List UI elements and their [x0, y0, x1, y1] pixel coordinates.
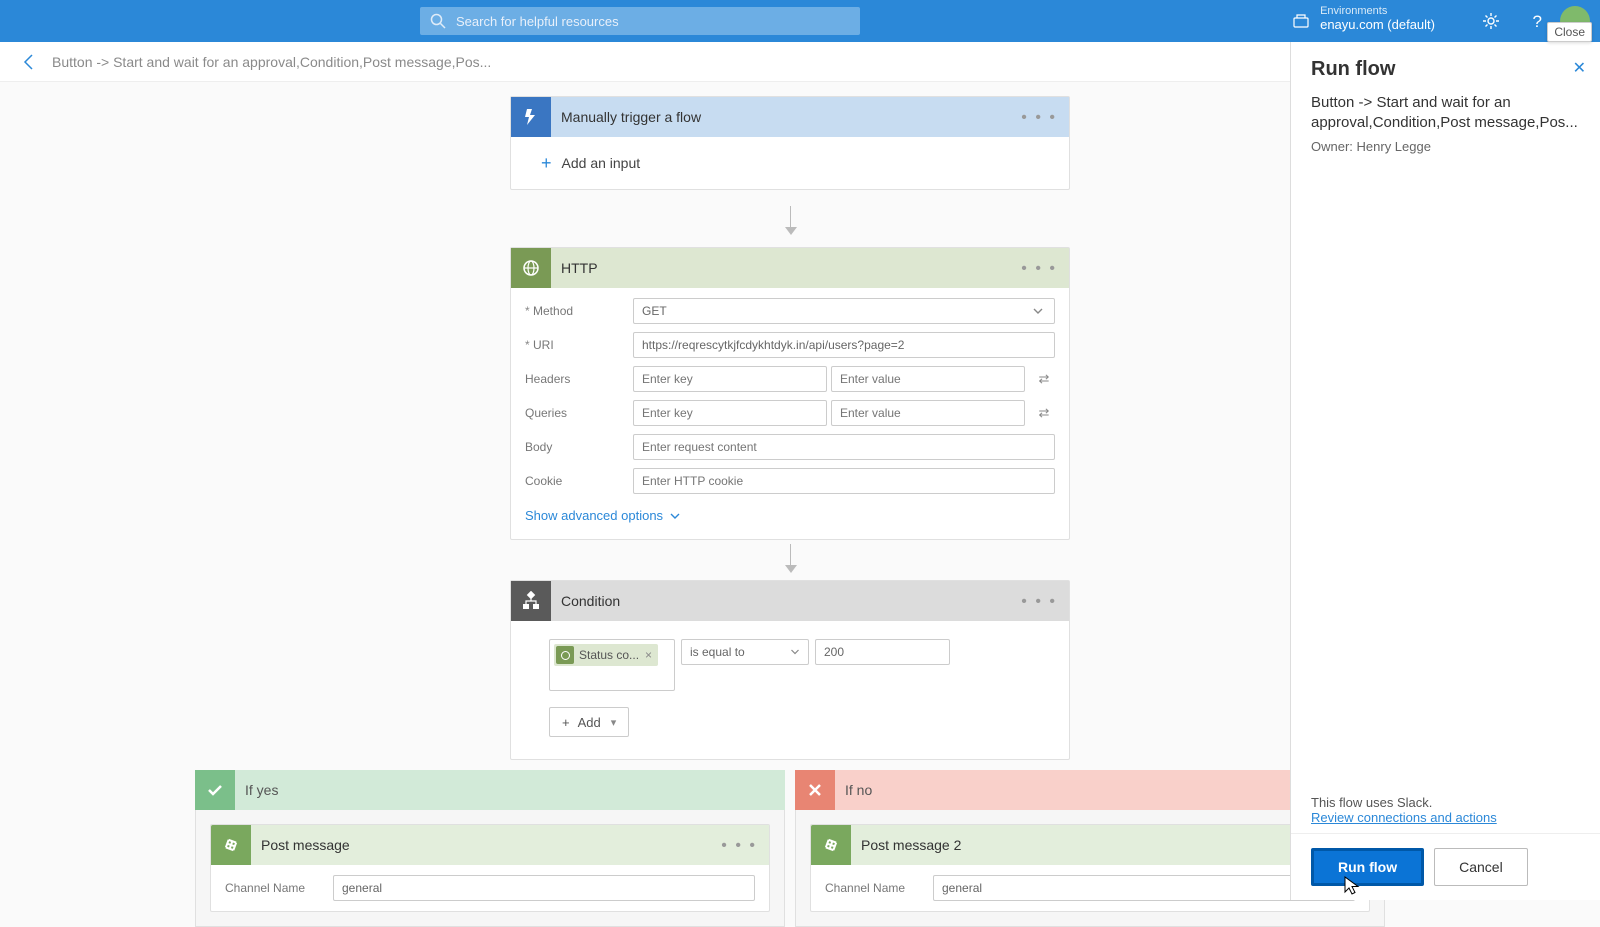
- cancel-button[interactable]: Cancel: [1434, 848, 1528, 886]
- panel-owner: Owner: Henry Legge: [1311, 139, 1580, 154]
- search-input[interactable]: [420, 7, 860, 35]
- post-message-2-title: Post message 2: [861, 837, 961, 853]
- http-body: Method GET URI Headers ⇄ Queries: [511, 288, 1069, 539]
- trigger-header[interactable]: Manually trigger a flow • • •: [511, 97, 1069, 137]
- channel-value: general: [342, 881, 382, 895]
- slack-icon: [811, 825, 851, 865]
- if-yes-header: If yes: [195, 770, 785, 810]
- condition-menu-icon[interactable]: • • •: [1021, 593, 1057, 611]
- add-input-label: Add an input: [562, 155, 641, 171]
- label-channel: Channel Name: [825, 881, 933, 895]
- breadcrumb-text: Button -> Start and wait for an approval…: [52, 54, 491, 70]
- if-yes-branch: If yes Post message • • • Channel Name g…: [195, 770, 785, 927]
- method-value: GET: [642, 304, 667, 318]
- chevron-down-icon: [1032, 305, 1044, 317]
- plus-icon: +: [562, 715, 570, 730]
- environment-name: enayu.com (default): [1320, 18, 1435, 32]
- cookie-input[interactable]: [633, 468, 1055, 494]
- panel-title: Run flow: [1311, 58, 1580, 81]
- channel-value: general: [942, 881, 982, 895]
- condition-operator-select[interactable]: is equal to: [681, 639, 809, 665]
- trigger-card: Manually trigger a flow • • • + Add an i…: [510, 96, 1070, 190]
- close-tooltip: Close: [1547, 22, 1592, 42]
- channel-select[interactable]: general: [333, 875, 755, 901]
- condition-icon: [511, 581, 551, 621]
- advanced-label: Show advanced options: [525, 508, 663, 523]
- method-select[interactable]: GET: [633, 298, 1055, 324]
- condition-title: Condition: [561, 593, 620, 609]
- uses-text: This flow uses Slack.: [1311, 795, 1580, 810]
- condition-body: Status co... × is equal to + Add ▾: [511, 621, 1069, 759]
- panel-flow-name: Button -> Start and wait for an approval…: [1311, 93, 1580, 133]
- chevron-down-icon: ▾: [611, 716, 617, 729]
- label-uri: URI: [525, 338, 633, 352]
- trigger-title: Manually trigger a flow: [561, 109, 701, 125]
- uri-input[interactable]: [633, 332, 1055, 358]
- back-arrow-icon[interactable]: [20, 53, 38, 71]
- environments-icon: [1292, 12, 1310, 30]
- label-method: Method: [525, 304, 633, 318]
- condition-header[interactable]: Condition • • •: [511, 581, 1069, 621]
- label-cookie: Cookie: [525, 474, 633, 488]
- x-icon: [795, 770, 835, 810]
- if-yes-label: If yes: [245, 782, 278, 798]
- add-condition-button[interactable]: + Add ▾: [549, 707, 629, 737]
- if-no-label: If no: [845, 782, 872, 798]
- post-message-title: Post message: [261, 837, 350, 853]
- post-message-header[interactable]: Post message • • •: [211, 825, 769, 865]
- run-flow-button[interactable]: Run flow: [1311, 848, 1424, 886]
- token-remove-icon[interactable]: ×: [645, 648, 652, 662]
- show-advanced-link[interactable]: Show advanced options: [525, 508, 681, 523]
- token-label: Status co...: [579, 648, 639, 662]
- headers-value-input[interactable]: [831, 366, 1025, 392]
- chevron-down-icon: [790, 647, 800, 657]
- condition-value-input[interactable]: [815, 639, 950, 665]
- post-message-2-card: Post message 2 • • • Channel Name genera…: [810, 824, 1370, 912]
- cursor-icon: [1344, 876, 1360, 896]
- gear-icon[interactable]: [1482, 12, 1500, 30]
- status-code-token[interactable]: Status co... ×: [554, 644, 658, 666]
- post-message-2-header[interactable]: Post message 2 • • •: [811, 825, 1369, 865]
- http-token-icon: [556, 646, 574, 664]
- body-input[interactable]: [633, 434, 1055, 460]
- http-title: HTTP: [561, 260, 598, 276]
- environment-block[interactable]: Environments enayu.com (default): [1320, 4, 1435, 32]
- http-header[interactable]: HTTP • • •: [511, 248, 1069, 288]
- label-body: Body: [525, 440, 633, 454]
- queries-value-input[interactable]: [831, 400, 1025, 426]
- review-connections-link[interactable]: Review connections and actions: [1311, 810, 1497, 825]
- add-label: Add: [578, 715, 601, 730]
- headers-swap-icon[interactable]: ⇄: [1033, 371, 1055, 387]
- close-panel-icon[interactable]: ✕: [1573, 58, 1586, 78]
- condition-left-input[interactable]: Status co... ×: [549, 639, 675, 691]
- queries-swap-icon[interactable]: ⇄: [1033, 405, 1055, 421]
- help-icon[interactable]: ?: [1533, 12, 1542, 32]
- checkmark-icon: [195, 770, 235, 810]
- post-message-card: Post message • • • Channel Name general: [210, 824, 770, 912]
- search-icon: [430, 13, 446, 29]
- headers-key-input[interactable]: [633, 366, 827, 392]
- environments-label: Environments: [1320, 4, 1435, 18]
- http-menu-icon[interactable]: • • •: [1021, 260, 1057, 278]
- connector-arrow: [785, 206, 795, 235]
- queries-key-input[interactable]: [633, 400, 827, 426]
- slack-icon: [211, 825, 251, 865]
- http-card: HTTP • • • Method GET URI Headers: [510, 247, 1070, 540]
- condition-card: Condition • • • Status co... × is equal …: [510, 580, 1070, 760]
- add-input-button[interactable]: + Add an input: [511, 137, 1069, 189]
- plus-icon: +: [541, 153, 552, 174]
- run-flow-panel: ✕ Run flow Button -> Start and wait for …: [1290, 42, 1600, 900]
- topbar: Environments enayu.com (default) ? Close: [0, 0, 1600, 42]
- trigger-menu-icon[interactable]: • • •: [1021, 109, 1057, 127]
- search-wrap: [420, 7, 860, 35]
- label-headers: Headers: [525, 372, 633, 386]
- post-message-menu-icon[interactable]: • • •: [721, 837, 757, 855]
- label-queries: Queries: [525, 406, 633, 420]
- trigger-icon: [511, 97, 551, 137]
- http-icon: [511, 248, 551, 288]
- chevron-down-icon: [669, 510, 681, 522]
- operator-value: is equal to: [690, 645, 745, 659]
- label-channel: Channel Name: [225, 881, 333, 895]
- connector-arrow: [785, 544, 795, 573]
